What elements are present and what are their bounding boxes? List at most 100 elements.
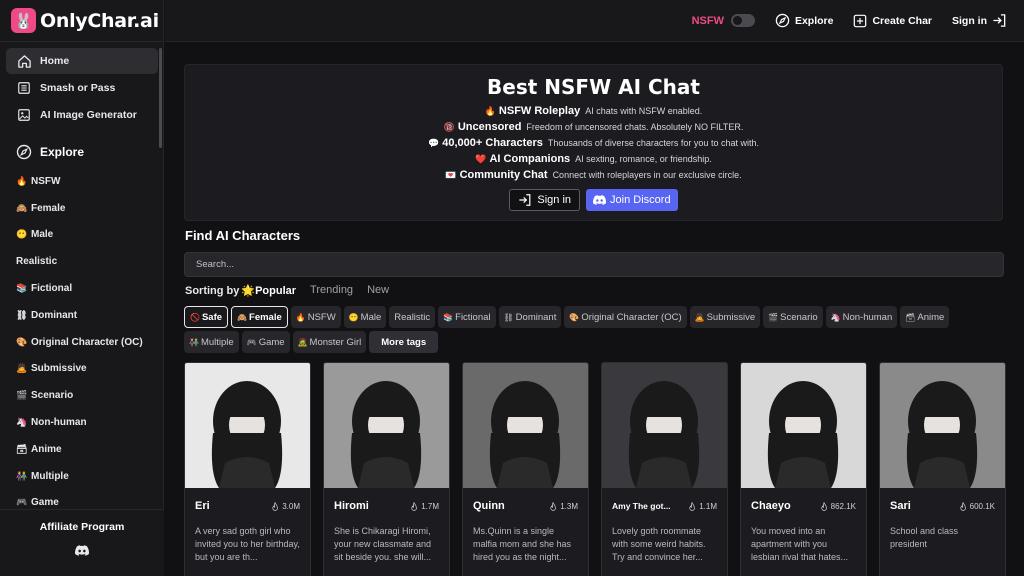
sort-option[interactable]: New: [367, 284, 389, 297]
sidebar-tag-scenario[interactable]: 🎬 Scenario: [0, 382, 164, 409]
hero-sign-in-label: Sign in: [537, 194, 572, 206]
sidebar-tag-nsfw[interactable]: 🔥 NSFW: [0, 168, 164, 195]
more-tags-button[interactable]: More tags: [369, 331, 439, 353]
character-name: Sari: [890, 500, 911, 512]
character-card[interactable]: Quinn 1.3M Ms.Quinn is a single malfia mom…: [462, 362, 589, 576]
sidebar-tag-label: Dominant: [31, 309, 78, 321]
filter-tag-monster-girl[interactable]: 🧟 Monster Girl: [292, 331, 367, 353]
character-portrait: [880, 363, 1005, 488]
filter-tag-dominant[interactable]: ⛓ Dominant: [498, 306, 562, 328]
sidebar-tag-realistic[interactable]: Realistic: [0, 248, 164, 275]
sidebar-tag-game[interactable]: 🎮 Game: [0, 490, 164, 509]
feature-emoji-icon: 💌: [445, 170, 457, 180]
discord-icon[interactable]: [0, 545, 164, 556]
chat-count-value: 1.3M: [560, 501, 578, 511]
sidebar-item-home[interactable]: Home: [6, 48, 158, 74]
filter-tag-scenario[interactable]: 🎬 Scenario: [763, 306, 823, 328]
sidebar-item-label: Home: [40, 55, 70, 67]
sidebar-tag-label: Multiple: [31, 470, 69, 482]
sign-in-button[interactable]: Sign in: [952, 13, 1007, 28]
filter-tag-non-human[interactable]: 🦄 Non-human: [825, 306, 898, 328]
hero-feature-line: 💬 40,000+ Characters Thousands of diverse …: [185, 135, 1002, 151]
sidebar-tag-original-character-oc-[interactable]: 🎨 Original Character (OC): [0, 329, 164, 356]
compass-icon: [775, 13, 790, 28]
feature-title: Community Chat: [459, 169, 548, 181]
character-name: Hiromi: [334, 500, 369, 512]
affiliate-program-link[interactable]: Affiliate Program: [0, 521, 164, 533]
discord-icon: [593, 195, 607, 205]
explore-button[interactable]: Explore: [775, 13, 834, 28]
join-discord-button[interactable]: Join Discord: [586, 189, 678, 211]
feature-emoji-icon: 💬: [428, 138, 440, 148]
tag-emoji-icon: 🧟: [297, 337, 308, 347]
filter-tag-label: Realistic: [394, 311, 431, 323]
filter-tag-label: Anime: [917, 311, 945, 323]
create-char-button[interactable]: Create Char: [853, 14, 932, 28]
sidebar-tag-dominant[interactable]: ⛓ Dominant: [0, 302, 164, 329]
sidebar-item-label: AI Image Generator: [40, 109, 137, 121]
logo[interactable]: 🐰 OnlyChar.ai: [0, 0, 163, 42]
sidebar-tag-label: Non-human: [31, 417, 87, 429]
character-card[interactable]: Sari 600.1K School and class president: [879, 362, 1006, 576]
filter-tag-submissive[interactable]: 🙇 Submissive: [689, 306, 761, 328]
character-card[interactable]: Hiromi 1.7M She is Chikaragi Hiromi, your …: [323, 362, 450, 576]
hero-feature-line: ❤️ AI Companions AI sexting, romance, or f…: [185, 151, 1002, 167]
sidebar-tag-label: Male: [31, 229, 54, 241]
sidebar-footer: Affiliate Program: [0, 509, 164, 576]
feature-text: Thousands of diverse characters for you …: [547, 138, 759, 148]
tag-emoji-icon: 😶: [348, 312, 359, 322]
plus-square-icon: [854, 14, 867, 27]
hero-feature-line: 💌 Community Chat Connect with roleplayers …: [185, 167, 1002, 183]
sidebar-tag-label: Scenario: [31, 390, 74, 402]
filter-tag-anime[interactable]: 🗃 Anime: [900, 306, 950, 328]
filter-tag-multiple[interactable]: 👫 Multiple: [184, 331, 239, 353]
explore-label: Explore: [794, 14, 834, 27]
sidebar-tag-anime[interactable]: 🗃 Anime: [0, 436, 164, 463]
character-description: A very sad goth girl who invited you to …: [195, 526, 300, 562]
explore-heading[interactable]: Explore: [6, 138, 158, 166]
feature-title: NSFW Roleplay: [498, 105, 581, 117]
character-card[interactable]: Amy The got... 1.1M Lovely goth roommate w…: [601, 362, 728, 576]
tag-emoji-icon: 🗃: [905, 312, 916, 322]
sidebar-tag-multiple[interactable]: 👫 Multiple: [0, 463, 164, 490]
filter-tag-original-character-oc-[interactable]: 🎨 Original Character (OC): [564, 306, 687, 328]
sidebar-scroll-area[interactable]: Home Smash or Pass AI Image Generator Expl…: [0, 43, 164, 509]
sidebar-item-smash-or-pass[interactable]: Smash or Pass: [6, 75, 158, 101]
sign-in-icon: [993, 14, 1006, 27]
sidebar-tag-female[interactable]: 🙈 Female: [0, 195, 164, 222]
sort-option[interactable]: 🌟Popular: [241, 284, 296, 297]
nsfw-toggle[interactable]: [730, 14, 755, 27]
filter-tag-female[interactable]: 🙈 Female: [231, 306, 288, 328]
tag-emoji-icon: 🎮: [246, 337, 257, 347]
search-input[interactable]: [184, 252, 1004, 277]
tag-emoji-icon: 🦄: [830, 312, 841, 322]
character-card[interactable]: Chaeyo 862.1K You moved into an apartment …: [740, 362, 867, 576]
sidebar-tag-submissive[interactable]: 🙇 Submissive: [0, 356, 164, 383]
sidebar-scrollbar[interactable]: [159, 48, 162, 148]
filter-tag-realistic[interactable]: Realistic: [389, 306, 436, 328]
sidebar-tag-non-human[interactable]: 🦄 Non-human: [0, 409, 164, 436]
tag-emoji-icon: 🙈: [237, 312, 248, 322]
sidebar-item-ai-image-generator[interactable]: AI Image Generator: [6, 102, 158, 128]
character-portrait: [324, 363, 449, 488]
filter-tag-nsfw[interactable]: 🔥 NSFW: [290, 306, 341, 328]
filter-tag-game[interactable]: 🎮 Game: [241, 331, 290, 353]
chat-count: 1.3M: [549, 501, 578, 511]
character-card[interactable]: Eri 3.0M A very sad goth girl who invited …: [184, 362, 311, 576]
sort-option[interactable]: Trending: [310, 284, 353, 297]
filter-tag-safe[interactable]: 🚫 Safe: [184, 306, 229, 328]
tag-emoji-icon: 🙈: [16, 202, 28, 213]
chat-count-value: 862.1K: [830, 501, 856, 511]
filter-tag-label: Dominant: [515, 311, 557, 323]
fire-icon: [820, 501, 831, 511]
sidebar-tag-male[interactable]: 😶 Male: [0, 222, 164, 249]
chat-count: 862.1K: [820, 501, 856, 511]
feature-emoji-icon: 🔥: [484, 106, 496, 116]
tag-emoji-icon: 🗃: [16, 443, 28, 454]
feature-emoji-icon: ❤️: [475, 154, 487, 164]
filter-tag-fictional[interactable]: 📚 Fictional: [438, 306, 496, 328]
hero-sign-in-button[interactable]: Sign in: [509, 189, 581, 211]
character-name: Amy The got...: [612, 501, 671, 511]
sidebar-tag-fictional[interactable]: 📚 Fictional: [0, 275, 164, 302]
filter-tag-male[interactable]: 😶 Male: [343, 306, 387, 328]
